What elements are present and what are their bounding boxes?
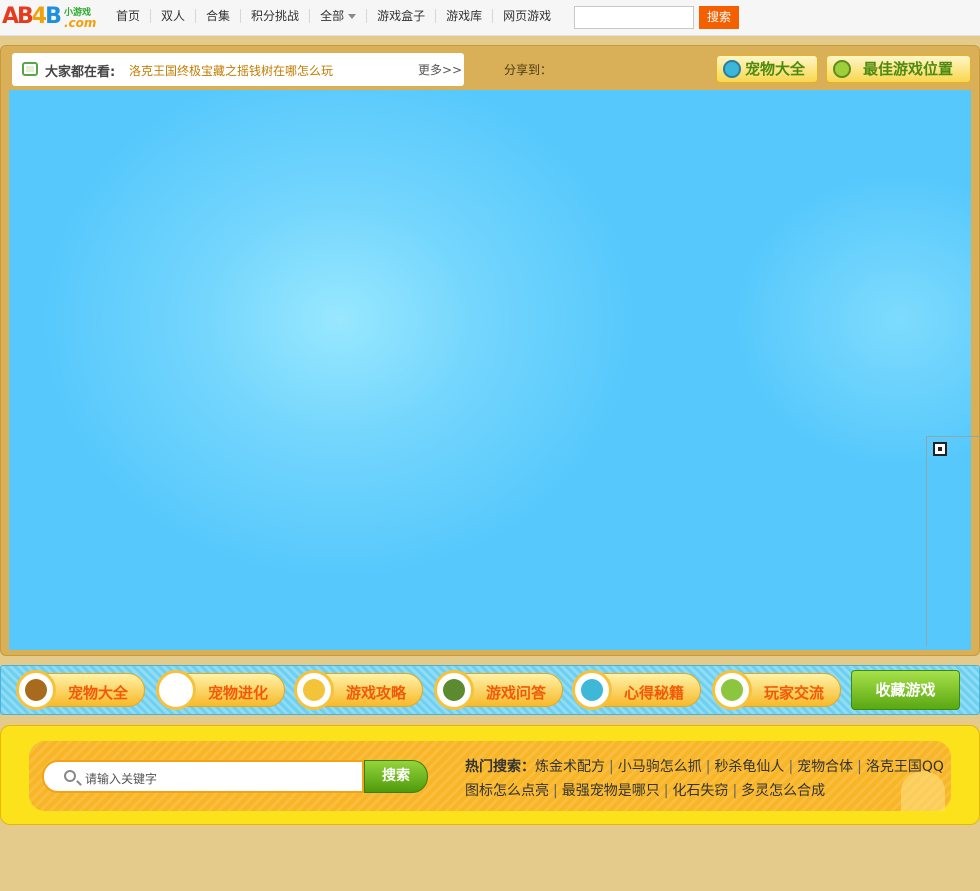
search-icon (64, 770, 76, 782)
hot-keyword[interactable]: 秒杀龟仙人 (714, 759, 784, 775)
sunflower-avatar-icon (16, 670, 56, 710)
pet-encyclopedia-button[interactable]: 宠物大全 (716, 55, 818, 83)
top-navigation-bar: AB4B 小游戏 .com 首页 双人 合集 积分挑战 全部 游戏盒子 游戏库 … (0, 0, 980, 36)
plant-avatar-icon (434, 670, 474, 710)
hot-keyword[interactable]: 炼金术配方 (535, 759, 605, 775)
decorative-sunflower-icon (901, 771, 945, 811)
game-canvas[interactable] (9, 90, 971, 650)
nav-all-dropdown[interactable]: 全部 (309, 9, 366, 23)
chevron-down-icon (348, 14, 357, 19)
menu-player-exchange[interactable]: 玩家交流 (712, 670, 841, 710)
keyword-search-button[interactable]: 搜索 (364, 760, 428, 793)
menu-pet-encyclopedia[interactable]: 宠物大全 (16, 670, 145, 710)
nav-game-box[interactable]: 游戏盒子 (366, 9, 435, 23)
hot-keyword[interactable]: 多灵怎么合成 (741, 783, 825, 799)
nav-points-challenge[interactable]: 积分挑战 (240, 9, 309, 23)
pet-icon (723, 60, 741, 78)
duck-avatar-icon (294, 670, 334, 710)
site-logo[interactable]: AB4B 小游戏 .com (0, 2, 100, 34)
share-label: 分享到： (504, 63, 553, 77)
game-panel: 大家都在看: 洛克王国终极宝藏之摇钱树在哪怎么玩 更多>> 分享到： 宠物大全 … (0, 45, 980, 656)
hot-keyword[interactable]: 最强宠物是哪只 (562, 783, 660, 799)
best-game-position-button[interactable]: 最佳游戏位置 (826, 55, 971, 83)
menu-pet-evolution[interactable]: 宠物进化 (156, 670, 285, 710)
watching-label: 大家都在看: (45, 65, 116, 80)
top-search-input[interactable] (574, 6, 694, 29)
hot-searches: 热门搜索：炼金术配方 | 小马驹怎么抓 | 秒杀龟仙人 | 宠物合体 | 洛克王国QQ图标怎么点… (465, 759, 944, 799)
nav-two-player[interactable]: 双人 (150, 9, 195, 23)
top-search-button[interactable]: 搜索 (699, 6, 739, 29)
hot-keyword[interactable]: 化石失窃 (672, 783, 728, 799)
character-icon (833, 60, 851, 78)
menu-game-guide[interactable]: 游戏攻略 (294, 670, 423, 710)
game-menu-strip: 宠物大全 宠物进化 游戏攻略 游戏问答 心得秘籍 玩家交流 收藏游戏 (0, 665, 980, 715)
more-link[interactable]: 更多>> (418, 61, 462, 78)
watching-link[interactable]: 洛克王国终极宝藏之摇钱树在哪怎么玩 (129, 62, 333, 79)
everyone-watching-bar: 大家都在看: 洛克王国终极宝藏之摇钱树在哪怎么玩 更多>> (12, 53, 464, 86)
nav-collections[interactable]: 合集 (195, 9, 240, 23)
ghost-avatar-icon (156, 670, 196, 710)
floating-widget-frame (926, 436, 980, 646)
nav-home[interactable]: 首页 (106, 9, 150, 23)
menu-tips-secrets[interactable]: 心得秘籍 (572, 670, 701, 710)
menu-game-qa[interactable]: 游戏问答 (434, 670, 563, 710)
floating-widget-icon[interactable] (933, 442, 947, 456)
hot-keyword[interactable]: 宠物合体 (797, 759, 853, 775)
main-nav: 首页 双人 合集 积分挑战 全部 游戏盒子 游戏库 网页游戏 (106, 9, 561, 23)
hot-search-label: 热门搜索： (465, 759, 535, 775)
hot-keyword[interactable]: 小马驹怎么抓 (618, 759, 702, 775)
tv-icon (22, 62, 38, 76)
bird-avatar-icon (572, 670, 612, 710)
nav-web-games[interactable]: 网页游戏 (492, 9, 561, 23)
bottom-search-panel: 请输入关键字 搜索 热门搜索：炼金术配方 | 小马驹怎么抓 | 秒杀龟仙人 | 宠物合体 | 洛… (0, 725, 980, 825)
favorite-game-button[interactable]: 收藏游戏 (851, 670, 960, 710)
nav-game-library[interactable]: 游戏库 (435, 9, 492, 23)
keyword-search-input[interactable]: 请输入关键字 (42, 760, 364, 793)
sprout-avatar-icon (712, 670, 752, 710)
